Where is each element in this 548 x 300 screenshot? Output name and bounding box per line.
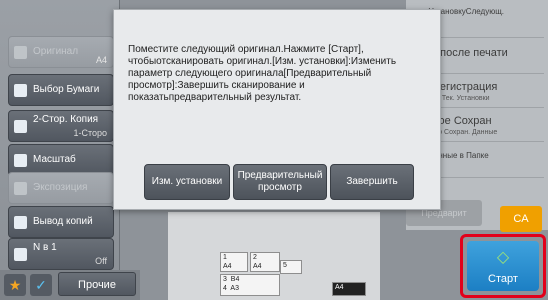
zoom-label: Масштаб [33,154,76,165]
tray-size: A3 [230,285,239,292]
original-size: A4 [95,55,107,65]
finish-label: Завершить [346,176,398,187]
tray-size: B4 [230,276,240,283]
output-button[interactable]: Вывод копий [8,206,114,238]
tray-number: 3 [223,276,227,283]
ca-label: CA [513,213,529,225]
duplex-copy-label: 2-Стор. Копия [33,114,99,125]
tray-size: A4 [223,263,232,270]
tray-3-4: 3 B4 4 A3 [220,274,280,296]
tray-number: 2 [253,254,257,261]
exposure-label: Экспозиция [33,182,88,193]
change-settings-button[interactable]: Изм. установки [144,164,230,200]
original-label: Оригинал [33,46,79,57]
tray-1: 1 A4 [220,252,248,272]
output-label: Вывод копий [33,216,93,227]
n-in-1-icon [14,248,27,261]
paper-icon [14,84,27,97]
n-in-1-button[interactable]: N в 1 Off [8,238,114,270]
other-label: Прочие [78,279,116,291]
n-in-1-value: Off [95,256,107,266]
original-button[interactable]: Оригинал A4 [8,36,114,68]
preview-dialog-button[interactable]: Предварительный просмотр [233,164,327,200]
start-icon: ◇ [496,249,510,266]
start-label: Старт [488,273,518,285]
tray-2: 2 A4 [250,252,280,272]
star-icon[interactable]: ★ [4,274,26,296]
output-tray: A4 [332,282,366,296]
dialog-message: Поместите следующий оригинал.Нажмите [Ст… [128,44,397,103]
check-icon[interactable]: ✓ [30,274,52,296]
tray-number: 5 [283,262,287,269]
left-panel: Оригинал A4 Выбор Бумаги 2-Стор. Копия 1… [0,0,120,300]
exposure-button[interactable]: Экспозиция [8,172,114,204]
bottom-toolbar: ★ ✓ Прочие [0,270,140,300]
output-icon [14,216,27,229]
change-settings-label: Изм. установки [151,176,223,187]
other-button[interactable]: Прочие [58,272,136,296]
finish-button[interactable]: Завершить [330,164,414,200]
preview-dialog-label: Предварительный просмотр [237,170,323,193]
tray-size: A4 [335,284,344,291]
duplex-icon [14,120,27,133]
start-button[interactable]: ◇ Старт [467,241,539,291]
start-highlight: ◇ Старт [460,234,546,298]
original-icon [14,46,27,59]
tray-size: A4 [253,263,262,270]
duplex-copy-button[interactable]: 2-Стор. Копия 1-Сторо [8,110,114,142]
paper-select-button[interactable]: Выбор Бумаги [8,74,114,106]
tray-number: 1 [223,254,227,261]
next-original-dialog: Поместите следующий оригинал.Нажмите [Ст… [113,9,441,210]
exposure-icon [14,182,27,195]
tray-5: 5 [280,260,302,274]
paper-select-label: Выбор Бумаги [33,84,100,95]
zoom-icon [14,154,27,167]
duplex-copy-value: 1-Сторо [73,128,107,138]
ca-button[interactable]: CA [500,206,542,232]
machine-illustration: 1 A4 2 A4 5 3 B4 4 A3 A4 [168,212,380,300]
n-in-1-label: N в 1 [33,242,57,253]
tray-number: 4 [223,285,227,292]
